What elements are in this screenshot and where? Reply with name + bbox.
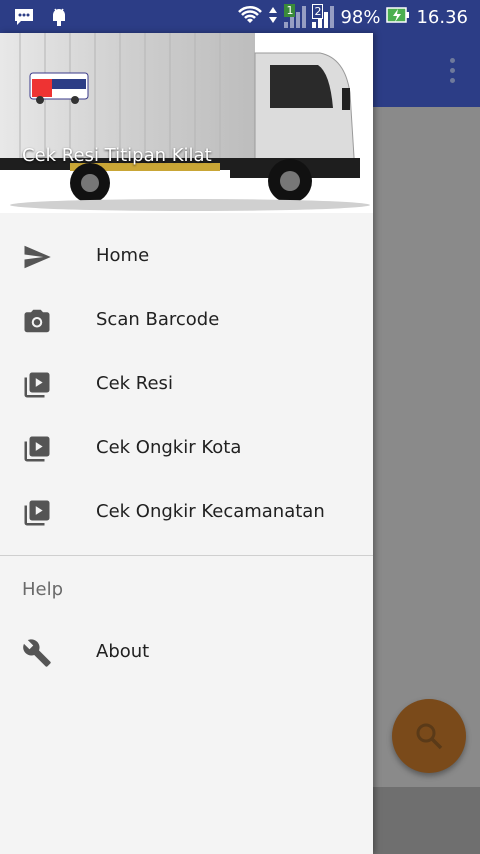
menu-item-label: Cek Ongkir Kota <box>96 437 242 458</box>
overflow-menu-icon[interactable] <box>450 58 456 88</box>
search-icon <box>416 723 443 750</box>
wifi-icon <box>238 5 263 30</box>
battery-percent: 98% <box>340 6 381 28</box>
drawer-header: Cek Resi Titipan Kilat <box>0 33 373 213</box>
menu-item-about[interactable]: About <box>0 621 373 685</box>
video-library-icon <box>22 370 52 400</box>
drawer-header-title: Cek Resi Titipan Kilat <box>22 145 212 166</box>
menu-item-label: About <box>96 641 150 662</box>
android-debug-icon <box>50 7 68 31</box>
video-library-icon <box>22 498 52 528</box>
menu-item-label: Cek Resi <box>96 373 173 394</box>
data-transfer-icon <box>268 5 278 30</box>
status-bar: 1 2 98% 16.36 <box>0 0 480 33</box>
camera-icon <box>22 306 52 336</box>
tiki-logo <box>29 72 89 104</box>
sim1-signal-icon: 1 <box>284 4 307 28</box>
truck-image <box>0 33 373 213</box>
menu-item-home[interactable]: Home <box>0 225 373 289</box>
battery-charging-icon <box>386 6 410 29</box>
send-icon <box>22 242 52 272</box>
bbm-notification-icon <box>14 8 34 30</box>
wrench-icon <box>22 638 52 668</box>
menu-item-label: Scan Barcode <box>96 309 220 330</box>
menu-item-cek-resi[interactable]: Cek Resi <box>0 353 373 417</box>
menu-divider <box>0 555 373 556</box>
menu-item-scan-barcode[interactable]: Scan Barcode <box>0 289 373 353</box>
sim2-signal-icon: 2 <box>312 4 335 28</box>
sim2-label: 2 <box>312 4 324 19</box>
section-label-help: Help <box>22 579 64 600</box>
navigation-drawer: Cek Resi Titipan Kilat Home Scan Barcode… <box>0 33 373 854</box>
clock: 16.36 <box>416 6 468 28</box>
menu-item-label: Cek Ongkir Kecamanatan <box>96 501 325 522</box>
menu-item-label: Home <box>96 245 150 266</box>
drawer-menu: Home Scan Barcode Cek Resi Cek Ongkir Ko… <box>0 225 373 545</box>
menu-item-cek-ongkir-kecamatan[interactable]: Cek Ongkir Kecamanatan <box>0 481 373 545</box>
video-library-icon <box>22 434 52 464</box>
menu-item-cek-ongkir-kota[interactable]: Cek Ongkir Kota <box>0 417 373 481</box>
sim1-label: 1 <box>284 4 296 17</box>
search-fab[interactable] <box>392 699 466 773</box>
